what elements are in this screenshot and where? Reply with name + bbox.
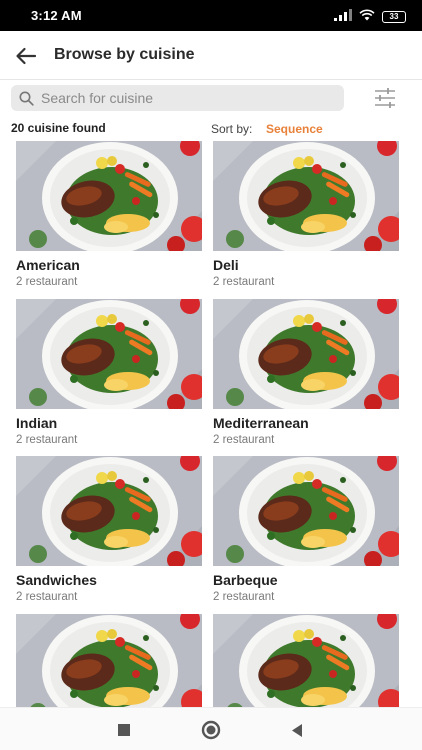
cuisine-restaurant-count: 2 restaurant (213, 276, 275, 288)
page-title: Browse by cuisine (54, 46, 195, 63)
cuisine-image (16, 613, 202, 710)
cuisine-restaurant-count: 2 restaurant (16, 591, 78, 603)
cuisine-restaurant-count: 2 restaurant (213, 433, 275, 446)
results-count: 20 cuisine found (11, 121, 106, 135)
cuisine-card[interactable]: Indian 2 restaurant (16, 298, 202, 457)
cuisine-name: American (16, 257, 80, 273)
arrow-left-icon (16, 47, 37, 65)
app-bar: Browse by cuisine (0, 31, 422, 80)
sliders-icon (375, 88, 395, 108)
filter-button[interactable] (372, 87, 398, 109)
search-input[interactable] (41, 90, 331, 106)
status-bar: 3:12 AM 33 (0, 0, 422, 31)
search-icon (19, 91, 34, 106)
battery-icon: 33 (382, 11, 406, 23)
circle-icon (201, 720, 221, 740)
wifi-icon (359, 8, 375, 26)
recents-button[interactable] (114, 720, 134, 740)
system-nav-bar (0, 707, 422, 750)
sort-label: Sort by: (211, 122, 253, 136)
cuisine-name: Sandwiches (16, 572, 97, 588)
cuisine-card[interactable]: Sandwiches 2 restaurant (16, 456, 202, 614)
back-button[interactable] (12, 43, 40, 69)
sort-dropdown[interactable]: Sequence (266, 122, 323, 136)
status-time: 3:12 AM (31, 8, 82, 23)
cuisine-card[interactable]: American 2 restaurant (16, 141, 202, 299)
cuisine-grid: American 2 restaurant Deli 2 restaurant … (16, 141, 406, 710)
status-icons: 33 (334, 8, 406, 26)
cuisine-restaurant-count: 2 restaurant (213, 591, 275, 603)
cuisine-image (16, 456, 202, 566)
square-icon (118, 724, 130, 736)
cuisine-card[interactable]: Deli 2 restaurant (213, 141, 399, 299)
cuisine-card[interactable]: Barbeque 2 restaurant (213, 456, 399, 614)
cuisine-image (16, 298, 202, 409)
cuisine-card[interactable] (213, 613, 399, 710)
cuisine-image (213, 298, 399, 409)
cuisine-image (16, 141, 202, 251)
cuisine-image (213, 141, 399, 251)
cuisine-card[interactable]: Mediterranean 2 restaurant (213, 298, 399, 457)
cuisine-image (213, 456, 399, 566)
triangle-back-icon (292, 723, 302, 737)
search-bar[interactable] (11, 85, 344, 111)
cuisine-card[interactable] (16, 613, 202, 710)
cuisine-name: Deli (213, 257, 239, 273)
home-button[interactable] (201, 720, 221, 740)
cuisine-name: Mediterranean (213, 414, 309, 431)
cuisine-restaurant-count: 2 restaurant (16, 276, 78, 288)
signal-icon (334, 8, 352, 26)
cuisine-name: Barbeque (213, 572, 278, 588)
cuisine-image (213, 613, 399, 710)
cuisine-name: Indian (16, 414, 58, 431)
cuisine-restaurant-count: 2 restaurant (16, 433, 78, 446)
system-back-button[interactable] (287, 720, 307, 740)
